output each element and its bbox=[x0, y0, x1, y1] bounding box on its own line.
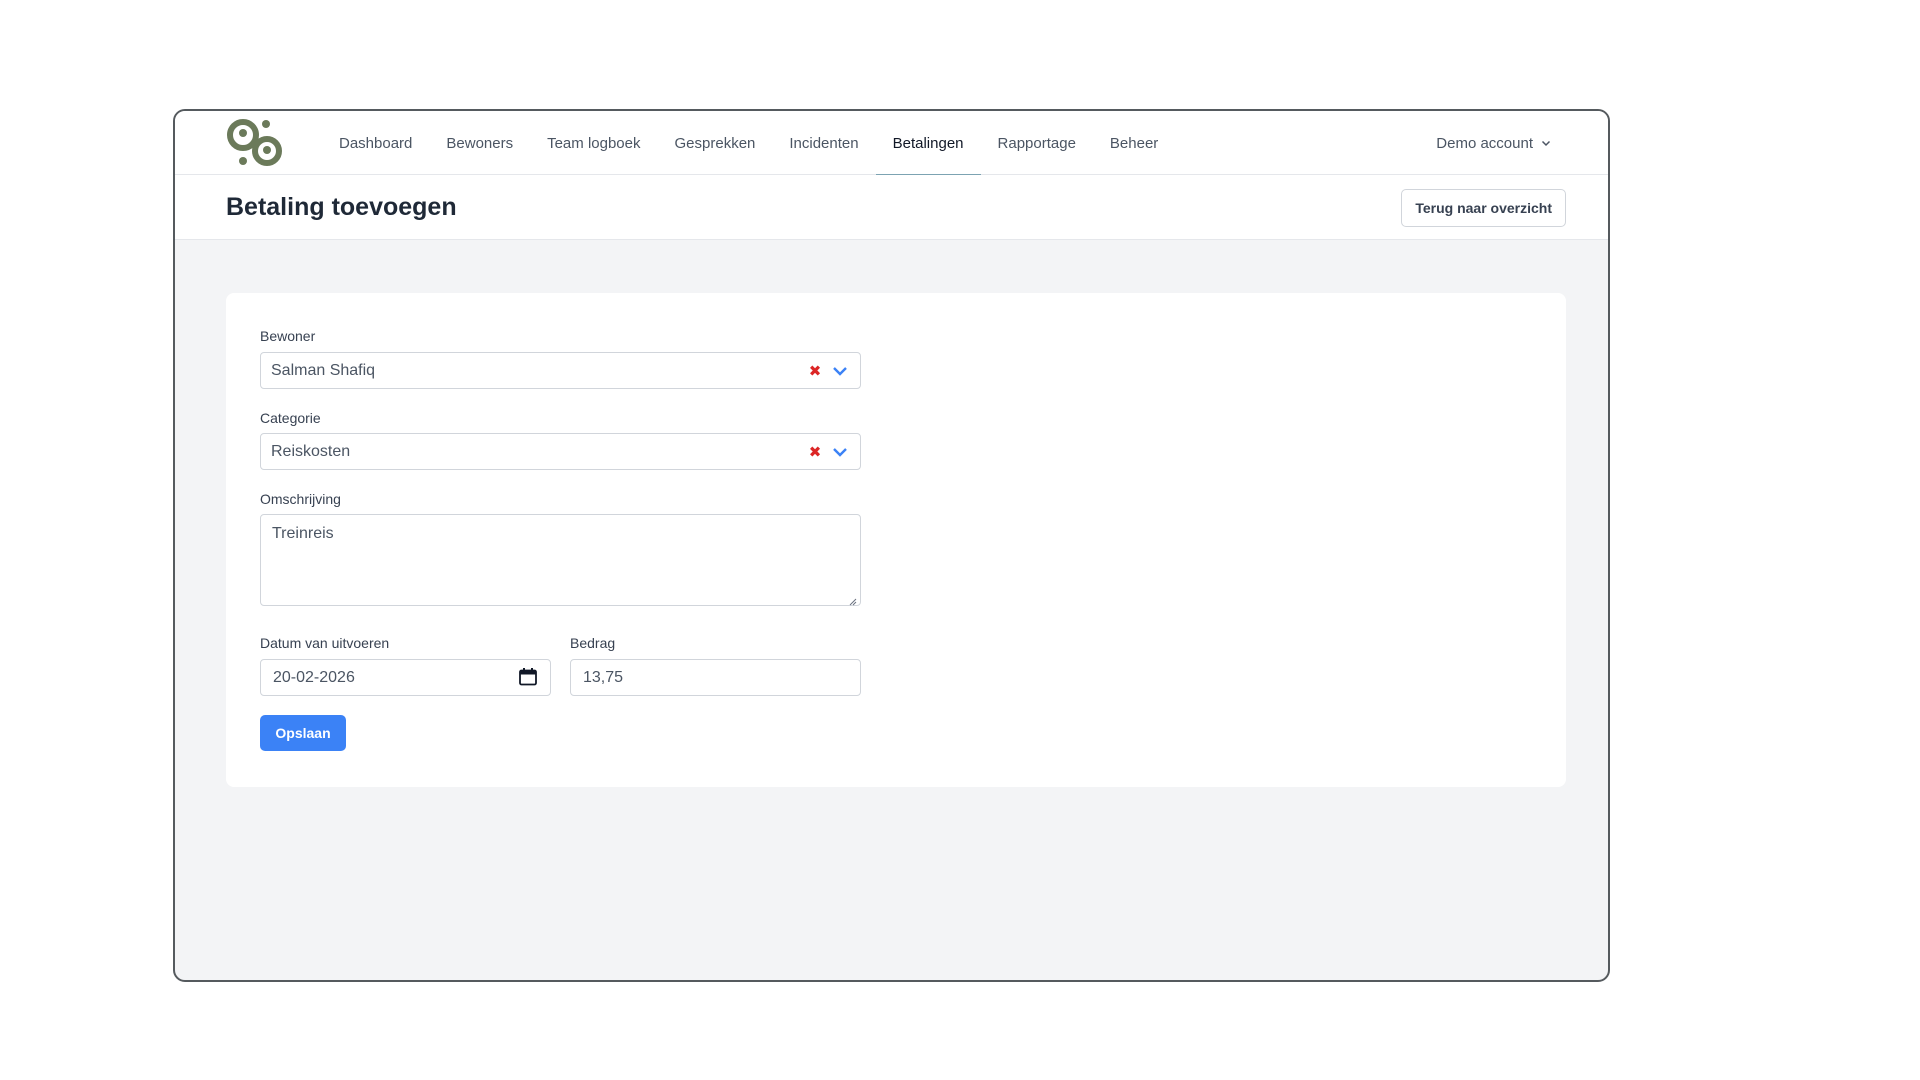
nav-item-betalingen[interactable]: Betalingen bbox=[875, 111, 981, 176]
bedrag-value: 13,75 bbox=[583, 668, 624, 686]
categorie-select[interactable]: Reiskosten ✖ bbox=[260, 433, 861, 470]
nav-item-dashboard[interactable]: Dashboard bbox=[322, 111, 429, 175]
account-label: Demo account bbox=[1436, 134, 1533, 152]
bewoner-value: Salman Shafiq bbox=[271, 361, 376, 379]
categorie-label: Categorie bbox=[260, 410, 321, 426]
page-title: Betaling toevoegen bbox=[226, 193, 457, 221]
chevron-down-icon[interactable] bbox=[828, 440, 852, 464]
categorie-value: Reiskosten bbox=[271, 442, 351, 460]
back-to-overview-button[interactable]: Terug naar overzicht bbox=[1401, 189, 1566, 227]
bewoner-label: Bewoner bbox=[260, 328, 316, 344]
bedrag-input[interactable]: 13,75 bbox=[570, 659, 861, 696]
nav-item-incidenten[interactable]: Incidenten bbox=[772, 111, 875, 175]
nav-item-bewoners[interactable]: Bewoners bbox=[429, 111, 530, 175]
calendar-icon[interactable] bbox=[517, 666, 539, 688]
chevron-down-icon bbox=[1541, 140, 1551, 147]
logo-icon[interactable] bbox=[225, 115, 285, 171]
page-header: Betaling toevoegen Terug naar overzicht bbox=[175, 175, 1608, 240]
chevron-down-icon[interactable] bbox=[828, 359, 852, 383]
datum-input[interactable]: 20-02-2026 bbox=[260, 659, 551, 696]
bedrag-label: Bedrag bbox=[570, 635, 616, 651]
nav-item-team-logboek[interactable]: Team logboek bbox=[530, 111, 657, 175]
save-button[interactable]: Opslaan bbox=[260, 715, 346, 751]
top-navigation: Dashboard Bewoners Team logboek Gesprekk… bbox=[175, 111, 1608, 176]
datum-label: Datum van uitvoeren bbox=[260, 635, 390, 651]
nav-item-beheer[interactable]: Beheer bbox=[1093, 111, 1175, 175]
payment-form-card: Bewoner Salman Shafiq ✖ Categorie Reisko… bbox=[226, 293, 1566, 787]
nav-item-rapportage[interactable]: Rapportage bbox=[981, 111, 1093, 175]
omschrijving-label: Omschrijving bbox=[260, 491, 341, 507]
datum-value: 20-02-2026 bbox=[273, 668, 355, 686]
account-menu[interactable]: Demo account bbox=[1436, 111, 1551, 175]
resize-handle-icon[interactable] bbox=[847, 596, 857, 606]
app-window: Dashboard Bewoners Team logboek Gesprekk… bbox=[173, 109, 1610, 982]
nav-item-gesprekken[interactable]: Gesprekken bbox=[658, 111, 773, 175]
clear-icon[interactable]: ✖ bbox=[806, 443, 824, 461]
nav-menu: Dashboard Bewoners Team logboek Gesprekk… bbox=[322, 111, 1175, 176]
omschrijving-textarea[interactable]: Treinreis bbox=[260, 514, 861, 606]
bewoner-select[interactable]: Salman Shafiq ✖ bbox=[260, 352, 861, 389]
clear-icon[interactable]: ✖ bbox=[806, 362, 824, 380]
